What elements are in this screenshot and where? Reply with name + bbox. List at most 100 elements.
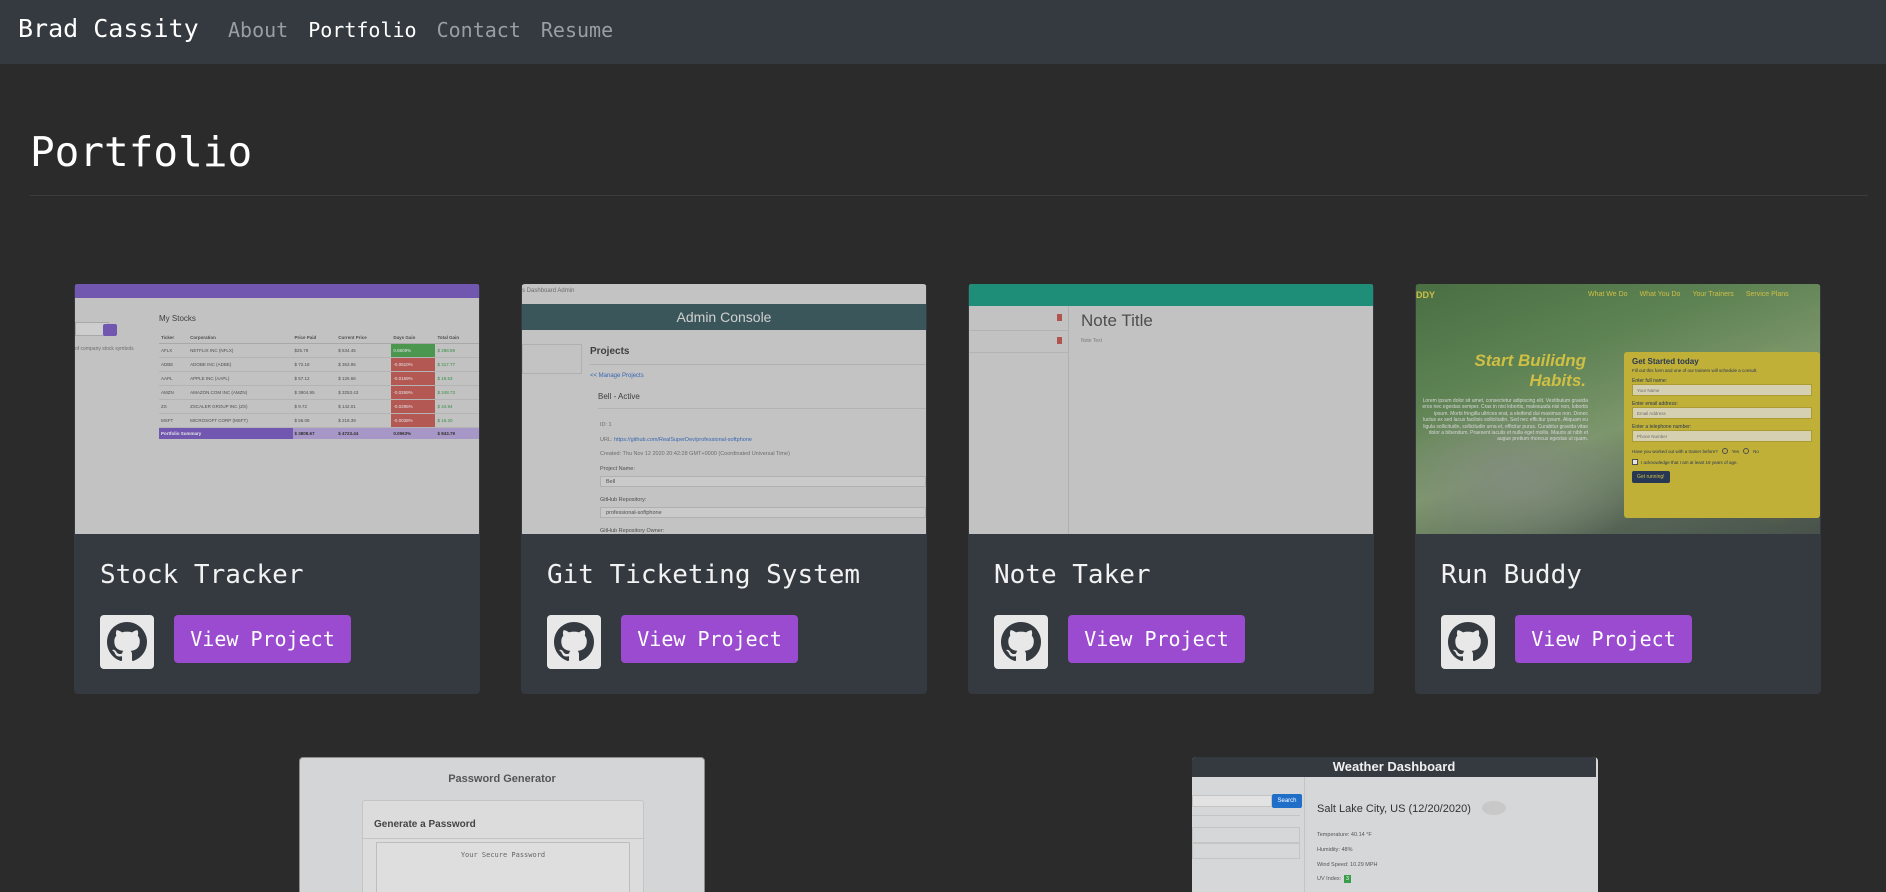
preview-table-cell: $ 317.77	[435, 357, 479, 372]
preview-temp: Temperature: 40.14 °F	[1317, 832, 1372, 838]
navbar: Brad Cassity About Portfolio Contact Res…	[0, 0, 1886, 64]
preview-table-cell: $ 353.95	[336, 357, 392, 372]
preview-project-name-label: Project Name:	[600, 466, 635, 472]
preview-table-header: Price Paid	[292, 332, 337, 344]
nav-link-resume[interactable]: Resume	[541, 18, 613, 42]
preview-table-cell: -0.0510%	[391, 357, 436, 372]
preview-table-cell: -0.0038%	[391, 413, 436, 428]
project-screenshot[interactable]: s Dashboard Admin Admin Console Projects…	[522, 284, 926, 534]
github-link[interactable]	[1441, 615, 1495, 669]
brand-link[interactable]: Brad Cassity	[18, 14, 199, 43]
view-project-button[interactable]: View Project	[1515, 615, 1692, 663]
preview-table-cell: $ 843.79	[435, 427, 479, 439]
project-title: Run Buddy	[1441, 560, 1582, 590]
github-link[interactable]	[100, 615, 154, 669]
preview-table-cell: $ 126.66	[336, 371, 392, 386]
preview-table-cell: $ 57.12	[292, 371, 337, 386]
preview-table-cell: 0.0963%	[391, 427, 436, 439]
preview-headline: Start Builidng Habits.	[1474, 351, 1586, 390]
nav-link-about[interactable]: About	[228, 18, 288, 42]
preview-table-cell: ZS	[159, 399, 189, 414]
project-screenshot-password-generator[interactable]: Password Generator Generate a Password Y…	[299, 757, 705, 892]
view-project-button[interactable]: View Project	[174, 615, 351, 663]
preview-repo: professional-softphone	[600, 507, 926, 518]
preview-table-row: ADBE ADOBE INC (ADBE) $ 72.18 $ 353.95 -0.05…	[159, 357, 479, 372]
preview-stock-table: Ticker Corporation Price Paid Current Price…	[159, 332, 479, 439]
preview-table-cell: -0.0269%	[391, 385, 436, 400]
preview-table-cell: $ 142.01	[336, 399, 392, 414]
github-link[interactable]	[994, 615, 1048, 669]
project-screenshot[interactable]: of company stock symbols My Stocks Ticke…	[75, 284, 479, 534]
preview-project-name: Bell	[600, 476, 926, 487]
preview-table-cell: $ 9.72	[292, 399, 337, 414]
preview-logo: DDY	[1416, 290, 1436, 300]
preview-side-note: of company stock symbols	[75, 346, 134, 352]
project-title: Note Taker	[994, 560, 1151, 590]
preview-back-link: << Manage Projects	[590, 373, 644, 379]
preview-form: Get Started today Fill out this form and…	[1624, 352, 1820, 518]
project-screenshot-weather-dashboard[interactable]: Weather Dashboard Search Salt Lake City,…	[1192, 757, 1598, 892]
preview-table-row: ZS ZSCALER GROUP INC (ZS) $ 9.72 $ 142.01 -0…	[159, 399, 479, 414]
github-icon	[1001, 622, 1041, 662]
project-card-stock-tracker: of company stock symbols My Stocks Ticke…	[74, 284, 480, 694]
preview-repo-label: GitHub Repository:	[600, 497, 647, 503]
preview-table-cell: $ 288.59	[435, 343, 479, 358]
preview-table-cell: AMZN	[159, 385, 189, 400]
preview-wind: Wind Speed: 10.29 MPH	[1317, 862, 1378, 868]
project-card-run-buddy: DDY What We Do What You Do Your Trainers Se…	[1415, 284, 1821, 694]
preview-table-cell: $ 3253.43	[336, 385, 392, 400]
preview-summary-row: Portfolio Summary $ 3808.67 $ 4723.44 0.096…	[159, 427, 479, 439]
nav-link-contact[interactable]: Contact	[437, 18, 521, 42]
preview-table-cell: $ 56.08	[292, 413, 337, 428]
preview-table-cell: Portfolio Summary	[159, 427, 293, 439]
preview-body: Lorem ipsum dolor sit amet, consectetur …	[1422, 398, 1588, 443]
project-screenshot[interactable]: Note Title Note Text	[969, 284, 1373, 534]
github-link[interactable]	[547, 615, 601, 669]
github-icon	[107, 622, 147, 662]
preview-table-row: MSFT MICROSOFT CORP (MSFT) $ 56.08 $ 218.39…	[159, 413, 479, 428]
preview-url-label: URL:	[600, 437, 613, 443]
view-project-button[interactable]: View Project	[1068, 615, 1245, 663]
preview-section: Projects	[590, 346, 630, 357]
view-project-button[interactable]: View Project	[621, 615, 798, 663]
preview-table-cell: APPLE INC (AAPL)	[188, 371, 293, 386]
preview-table-cell: AAPL	[159, 371, 189, 386]
preview-breadcrumb: s Dashboard Admin	[522, 288, 575, 294]
preview-table-cell: $ 534.45	[336, 343, 392, 358]
github-icon	[554, 622, 594, 662]
project-screenshot[interactable]: DDY What We Do What You Do Your Trainers Se…	[1416, 284, 1820, 534]
preview-table-cell: AFLX	[159, 343, 189, 358]
preview-table-cell: $ 72.18	[292, 357, 337, 372]
nav-link-portfolio[interactable]: Portfolio	[308, 18, 416, 42]
github-icon	[1448, 622, 1488, 662]
preview-created: Created: Thu Nov 12 2020 20:42:28 GMT+00…	[600, 451, 790, 457]
preview-search-button: Search	[1272, 794, 1302, 808]
project-card-git-ticketing-system: s Dashboard Admin Admin Console Projects…	[521, 284, 927, 694]
preview-password-output: Your Secure Password	[376, 842, 630, 892]
preview-table-row: AAPL APPLE INC (AAPL) $ 57.12 $ 126.66 -0.01…	[159, 371, 479, 386]
preview-table-cell: MICROSOFT CORP (MSFT)	[188, 413, 293, 428]
preview-table-cell: MSFT	[159, 413, 189, 428]
preview-table-cell: $ 19.53	[435, 371, 479, 386]
preview-uv-label: UV Index:	[1317, 876, 1342, 882]
preview-table-row: AFLX NETFLIX INC (NFLX) $25.79 $ 534.45 0.86…	[159, 343, 479, 358]
preview-table-cell: -0.0159%	[391, 371, 436, 386]
preview-item: Bell - Active	[598, 392, 640, 401]
preview-table-cell: $ 3808.67	[292, 427, 337, 439]
preview-table-cell: $ 218.39	[336, 413, 392, 428]
preview-city: Salt Lake City, US (12/20/2020)	[1317, 803, 1471, 815]
preview-table-row: AMZN AMAZON.COM INC (AMZN) $ 3904.95 $ 3253…	[159, 385, 479, 400]
preview-nav: What We Do What You Do Your Trainers Servic…	[1588, 291, 1789, 298]
preview-more: GitHub Repository Owner:	[600, 528, 665, 534]
preview-url: https://github.com/RealSuperDev/professi…	[614, 437, 752, 443]
preview-table-cell: $ 248.73	[435, 385, 479, 400]
preview-table-cell: ZSCALER GROUP INC (ZS)	[188, 399, 293, 414]
preview-table-cell: $25.79	[292, 343, 337, 358]
title-divider	[30, 195, 1868, 196]
preview-card-title: Generate a Password	[374, 819, 476, 830]
preview-heading: My Stocks	[159, 314, 196, 323]
preview-note-title: Note Title	[1081, 311, 1153, 330]
preview-table-cell: 0.8609%	[391, 343, 436, 358]
preview-table-cell: $ 44.94	[435, 399, 479, 414]
project-card-note-taker: Note Title Note Text Note Taker View Pro…	[968, 284, 1374, 694]
